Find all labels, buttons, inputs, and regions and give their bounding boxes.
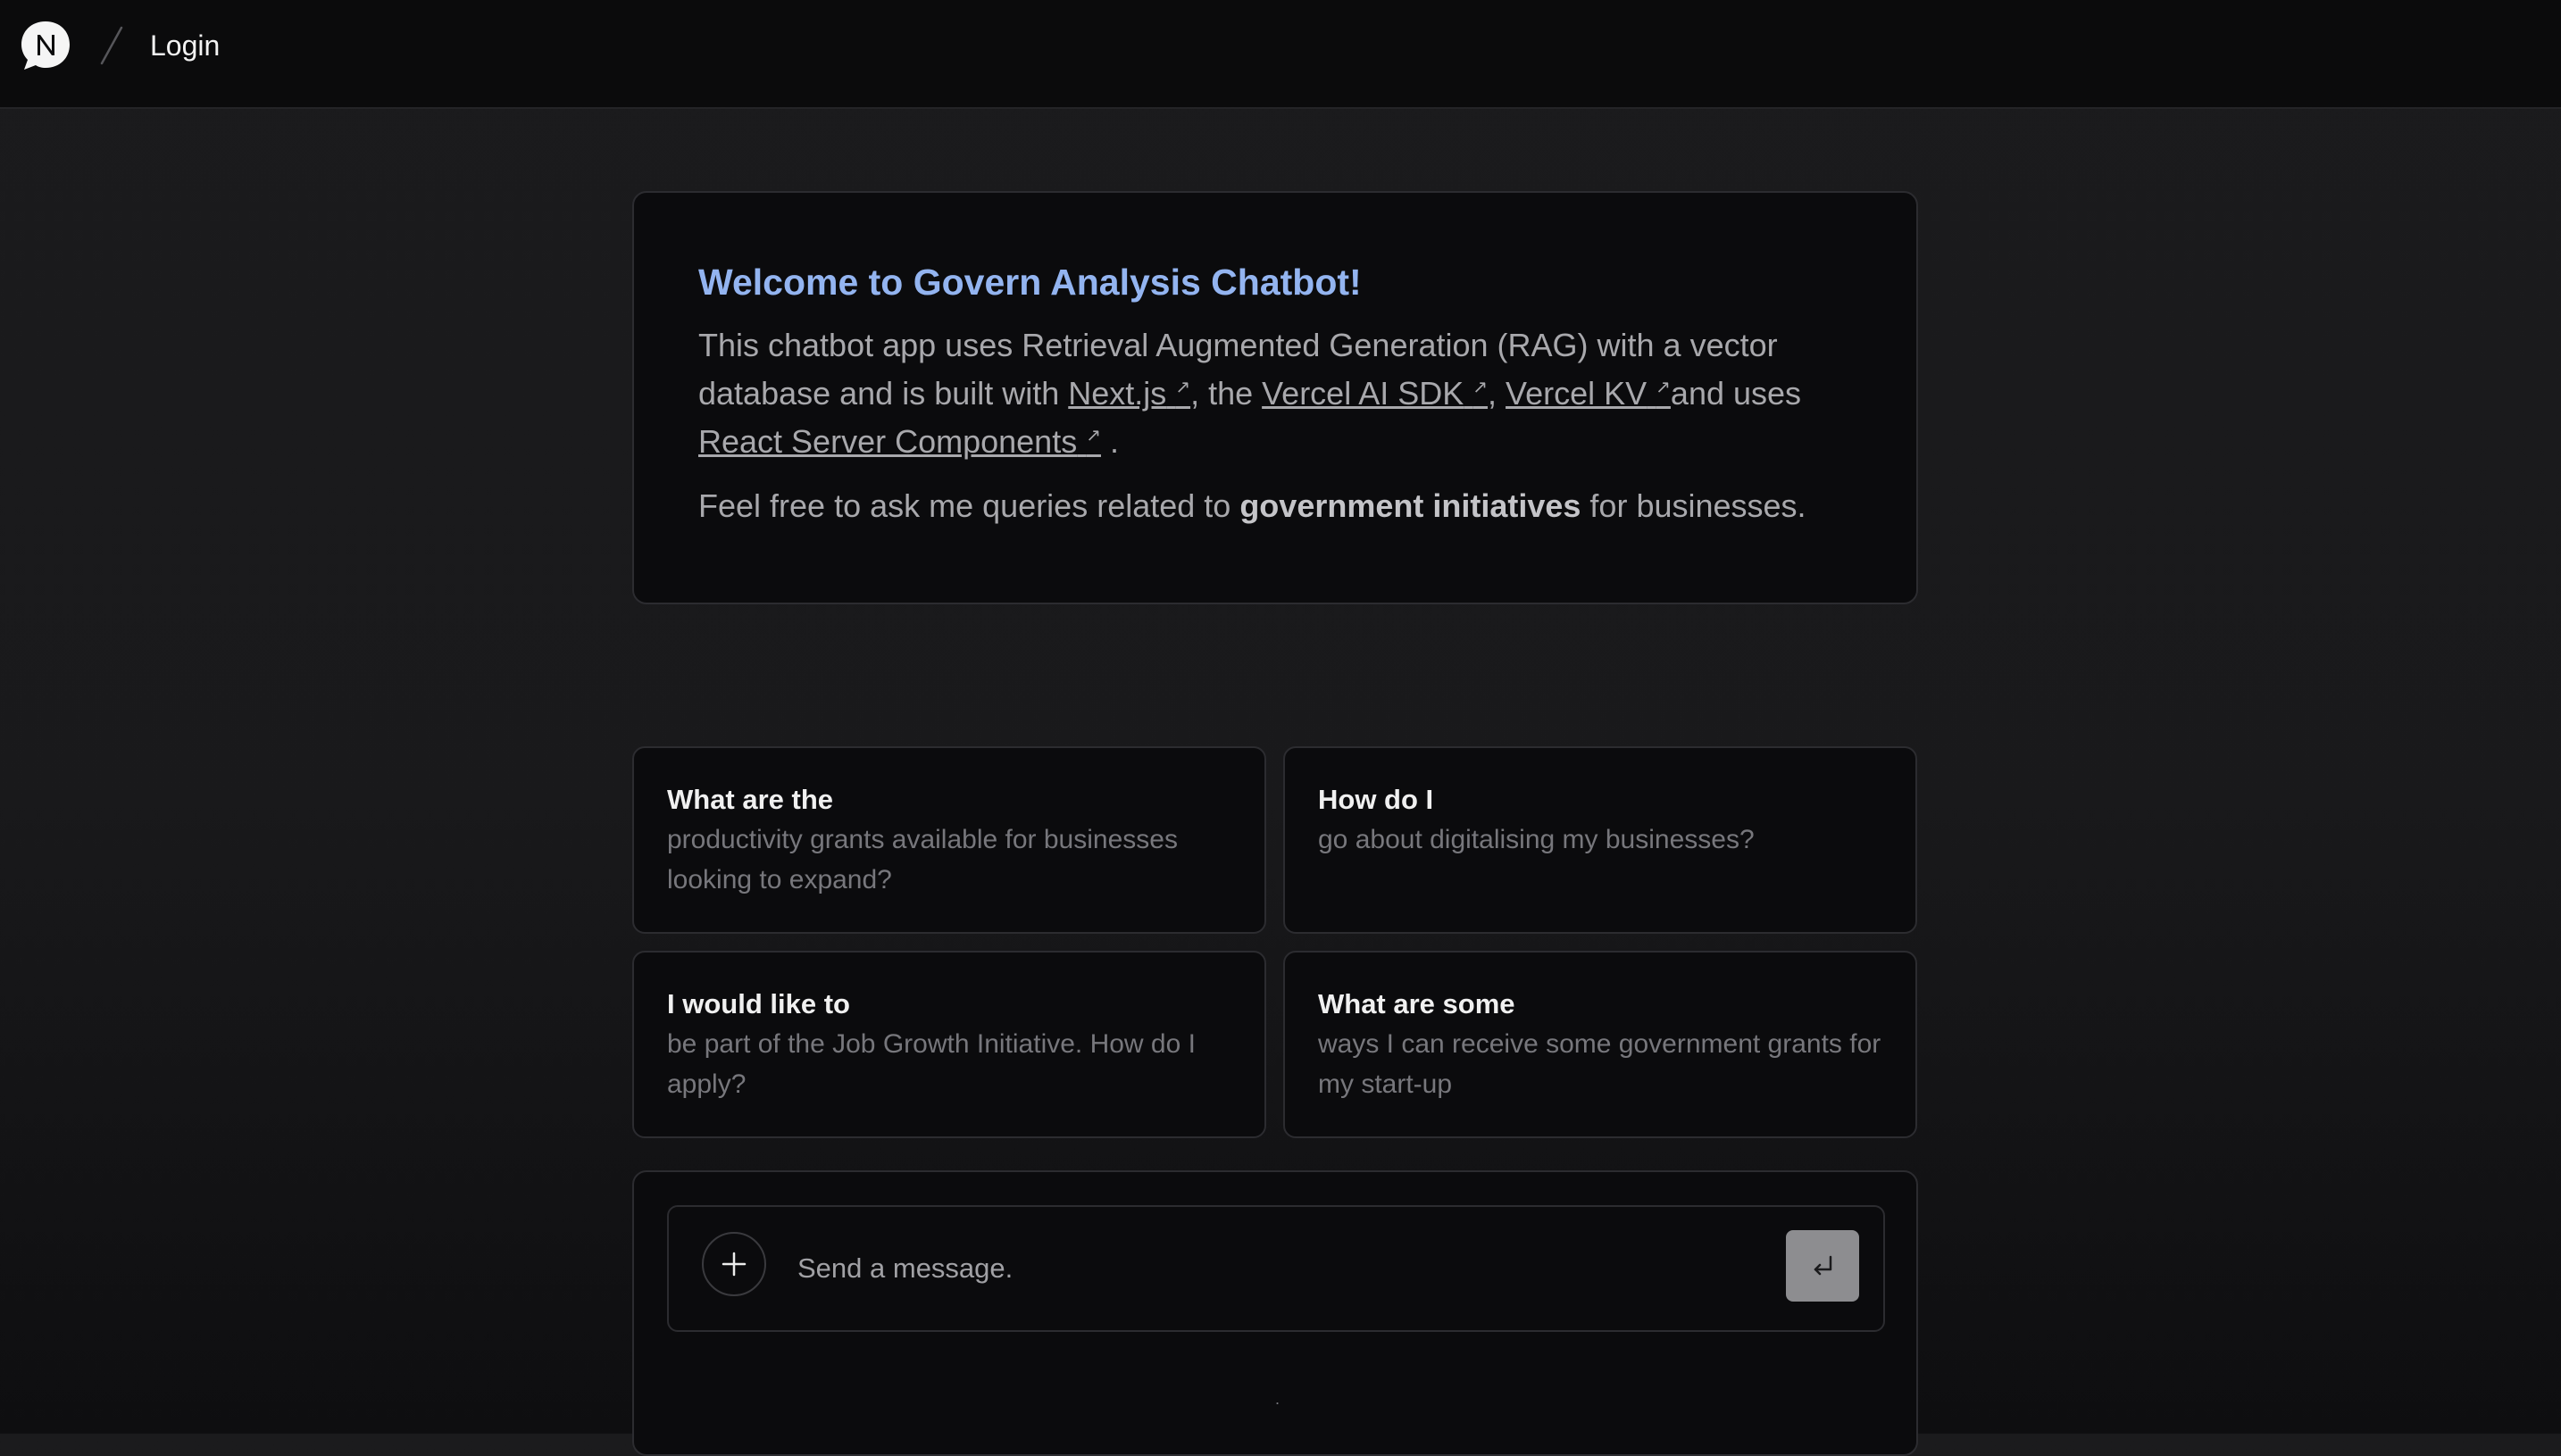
react-server-components-link[interactable]: React Server Components ↗ (698, 423, 1101, 460)
vercel-ai-sdk-link-label: Vercel AI SDK (1262, 375, 1464, 412)
send-button[interactable] (1786, 1230, 1859, 1302)
external-link-icon: ↗ (1086, 426, 1101, 445)
new-chat-button[interactable] (702, 1232, 766, 1296)
suggestion-message: be part of the Job Growth Initiative. Ho… (667, 1029, 1196, 1099)
suggestion-message: go about digitalising my businesses? (1318, 825, 1755, 854)
vercel-ai-sdk-link[interactable]: Vercel AI SDK ↗ (1262, 375, 1488, 412)
separator-text: , (1488, 375, 1506, 412)
welcome-description: This chatbot app uses Retrieval Augmente… (698, 321, 1852, 466)
nextjs-link[interactable]: Next.js ↗ (1068, 375, 1190, 412)
suggestion-card[interactable]: I would like to be part of the Job Growt… (632, 951, 1266, 1138)
external-link-icon: ↗ (1656, 378, 1671, 397)
suggestion-card[interactable]: How do I go about digitalising my busine… (1283, 746, 1917, 934)
composer-footer-text: . (1275, 1390, 1280, 1408)
top-navbar: Login (0, 0, 2561, 109)
enter-return-icon (1814, 1255, 1832, 1276)
composer-panel: . (632, 1170, 1918, 1456)
period-text: . (1110, 423, 1120, 460)
ask-suffix: for businesses. (1581, 487, 1806, 524)
welcome-ask: Feel free to ask me queries related to g… (698, 482, 1852, 530)
chat-logo-icon[interactable] (20, 20, 71, 71)
suggestion-heading: What are the (667, 784, 834, 815)
separator-text: , the (1190, 375, 1263, 412)
suggestion-message: ways I can receive some government grant… (1318, 1029, 1881, 1099)
separator-text: and uses (1670, 375, 1802, 412)
ask-prefix: Feel free to ask me queries related to (698, 487, 1240, 524)
suggestion-heading: What are some (1318, 988, 1515, 1019)
welcome-card: Welcome to Govern Analysis Chatbot! This… (632, 191, 1918, 604)
suggestion-message: productivity grants available for busine… (667, 825, 1178, 894)
vercel-kv-link[interactable]: Vercel KV ↗ (1506, 375, 1671, 412)
suggestion-heading: I would like to (667, 988, 850, 1019)
external-link-icon: ↗ (1175, 378, 1191, 397)
message-composer (667, 1205, 1885, 1332)
nextjs-link-label: Next.js (1068, 375, 1167, 412)
external-link-icon: ↗ (1472, 378, 1489, 397)
suggestion-heading: How do I (1318, 784, 1434, 815)
welcome-title: Welcome to Govern Analysis Chatbot! (698, 262, 1362, 303)
slash-separator-icon (100, 26, 123, 65)
suggestion-card[interactable]: What are the productivity grants availab… (632, 746, 1266, 934)
ask-highlight: government initiatives (1239, 487, 1581, 524)
plus-icon (722, 1252, 747, 1277)
message-input[interactable] (797, 1237, 1717, 1300)
rsc-link-label: React Server Components (698, 423, 1078, 460)
vercel-kv-link-label: Vercel KV (1506, 375, 1648, 412)
suggestion-card[interactable]: What are some ways I can receive some go… (1283, 951, 1917, 1138)
login-link[interactable]: Login (150, 27, 220, 64)
